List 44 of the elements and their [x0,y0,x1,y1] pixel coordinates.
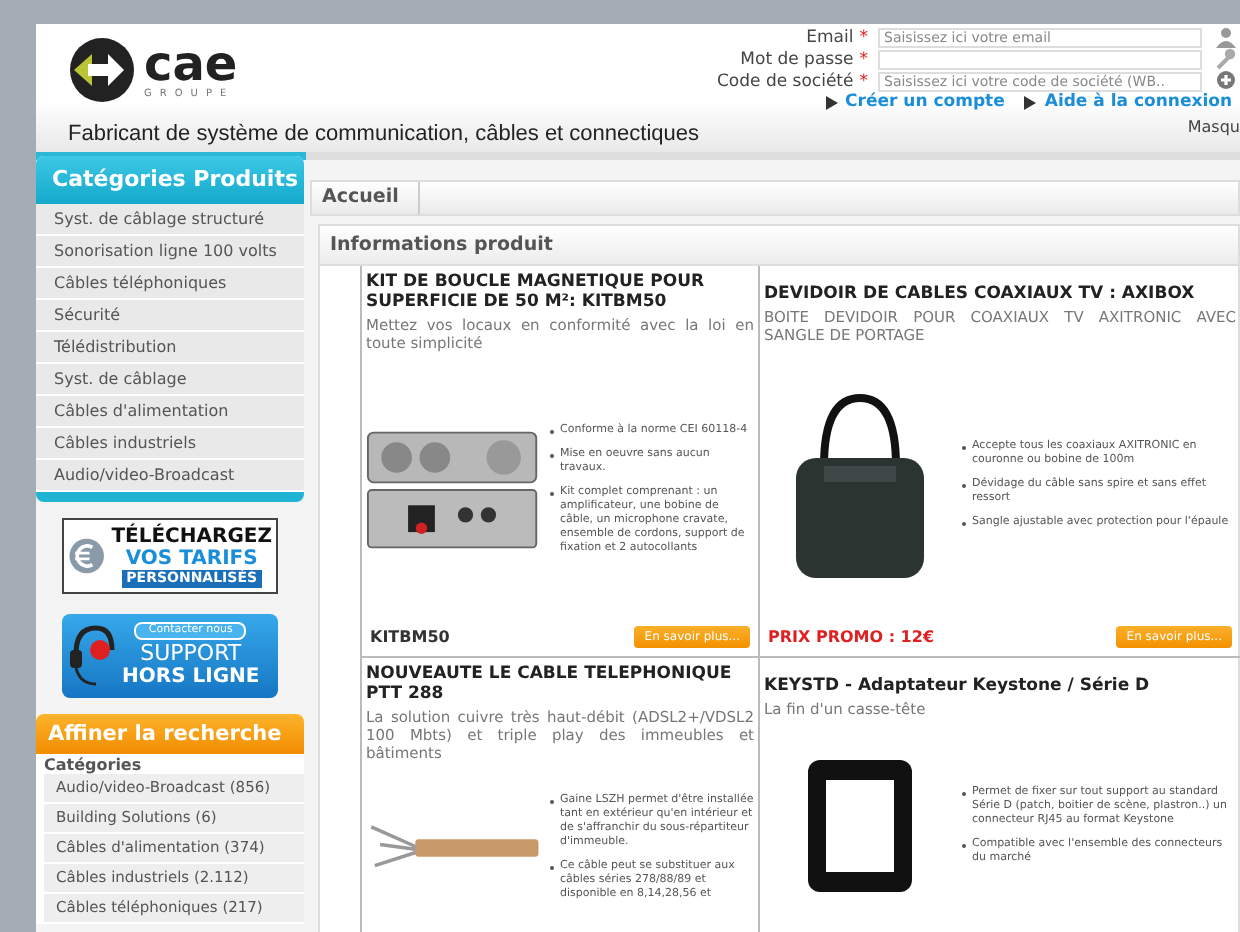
banner-text: HORS LIGNE [122,666,260,690]
logo-icon [68,36,136,104]
arrow-icon [825,95,838,109]
panel-title: Affiner la recherche [36,714,304,754]
banner-text: TÉLÉCHARGEZ [111,525,272,547]
section-label: Catégories [42,754,144,774]
promo-price: PRIX PROMO : 12€ [768,628,935,646]
tagline: Fabricant de système de communication, câbles et connectiques [68,122,699,146]
category-item[interactable]: Syst. de câblage [36,364,304,396]
logo-text: cae [144,40,238,88]
product-title[interactable]: KIT DE BOUCLE MAGNETIQUE POUR SUPERFICIE DE 50 M²: KITBM50 [366,272,754,312]
hide-link[interactable]: Masqu [1187,118,1240,136]
plus-icon [1216,70,1236,92]
frame-drawing [803,755,915,895]
panel-title: Catégories Produits [36,156,304,204]
category-item[interactable]: Télédistribution [36,332,304,364]
field-label: Mot de passe [740,49,854,69]
required-mark: * [859,49,868,69]
field-label: Code de société [717,71,854,91]
headset-icon [68,622,116,690]
input-field[interactable] [878,49,1202,69]
required-mark: * [859,71,868,91]
product-title[interactable]: DEVIDOIR DE CABLES COAXIAUX TV : AXIBOX [764,284,1236,304]
arrow-icon [1024,95,1037,109]
category-item[interactable]: Sécurité [36,300,304,332]
category-item[interactable]: Sonorisation ligne 100 volts [36,236,304,268]
link[interactable]: Aide à la connexion [1024,92,1232,112]
product-title[interactable]: KEYSTD - Adaptateur Keystone / Série D [764,676,1236,696]
required-mark: * [859,27,868,47]
category-item[interactable]: Câbles téléphoniques [36,268,304,300]
banner-text: VOS TARIFS [125,547,258,569]
category-item[interactable]: Syst. de câblage structuré [36,204,304,236]
person-icon [1216,26,1236,48]
product-title[interactable]: NOUVEAUTE LE CABLE TELEPHONIQUE PTT 288 [366,664,754,704]
category-item[interactable]: Câbles industriels [36,428,304,460]
product-code: KITBM50 [370,628,450,646]
breadcrumb-link[interactable]: Accueil [312,182,421,214]
field-label: Email [806,27,854,47]
category-item[interactable]: Câbles d'alimentation [36,396,304,428]
banner-text: SUPPORT [140,640,242,666]
link[interactable]: Créer un compte [825,92,1005,112]
panel-title: Informations produit [320,226,1238,266]
key-icon [1216,48,1236,70]
category-item[interactable]: Audio/video-Broadcast [36,460,304,492]
